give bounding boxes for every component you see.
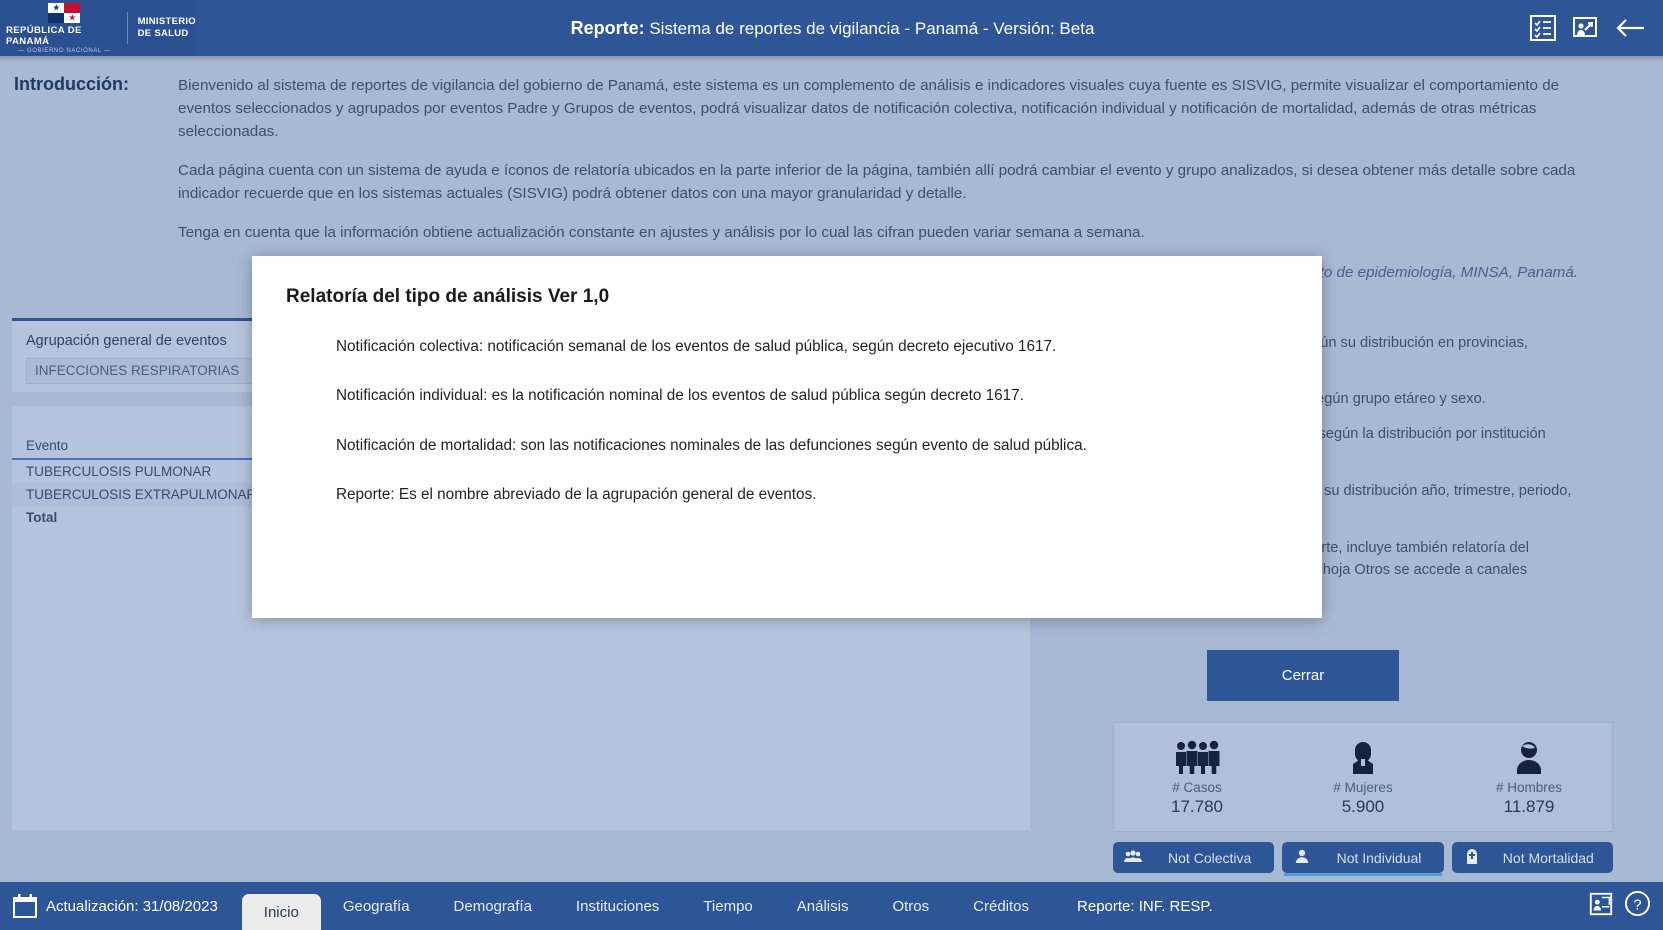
intro-paragraph-1: Bienvenido al sistema de reportes de vig… xyxy=(178,77,1560,141)
not-individual-button[interactable]: Not Individual xyxy=(1282,842,1444,876)
help-question-icon[interactable]: ? xyxy=(1624,890,1651,922)
top-bar: REPÚBLICA DE PANAMÁ — GOBIERNO NACIONAL … xyxy=(0,0,1663,56)
event-group-select[interactable]: INFECCIONES RESPIRATORIAS xyxy=(26,358,272,384)
event-group-label: Agrupación general de eventos xyxy=(26,333,227,349)
relatoria-modal: Relatoría del tipo de análisis Ver 1,0 N… xyxy=(252,256,1322,618)
back-arrow-icon[interactable] xyxy=(1613,14,1647,42)
nav-tab-anlisis[interactable]: Análisis xyxy=(775,882,871,930)
stat-hombres: # Hombres 11.879 xyxy=(1446,723,1612,831)
modal-close-button[interactable]: Cerrar xyxy=(1207,650,1399,701)
update-date: Actualización: 31/08/2023 xyxy=(46,897,218,915)
stat-casos-value: 17.780 xyxy=(1171,796,1223,816)
nav-tab-otros[interactable]: Otros xyxy=(870,882,951,930)
top-bar-icons xyxy=(1529,14,1663,42)
not-individual-label: Not Individual xyxy=(1336,849,1422,866)
not-colectiva-button[interactable]: Not Colectiva xyxy=(1113,842,1275,873)
person-icon xyxy=(1282,849,1322,866)
stat-mujeres-label: # Mujeres xyxy=(1333,779,1393,795)
nav-tab-tiempo[interactable]: Tiempo xyxy=(681,882,774,930)
page-title-rest: Sistema de reportes de vigilancia - Pana… xyxy=(644,18,1095,38)
logo-ministry: MINISTERIO DE SALUD xyxy=(137,16,196,39)
panama-flag-icon xyxy=(48,2,81,23)
modal-paragraph-3: Reporte: Es el nombre abreviado de la ag… xyxy=(336,486,817,504)
intro-paragraph-3: Tenga en cuenta que la información obtie… xyxy=(178,224,1145,242)
modal-title: Relatoría del tipo de análisis Ver 1,0 xyxy=(286,286,610,307)
woman-icon xyxy=(1346,738,1380,774)
app-root: REPÚBLICA DE PANAMÁ — GOBIERNO NACIONAL … xyxy=(0,0,1663,930)
tombstone-icon xyxy=(1452,848,1492,867)
nav-tab-inicio[interactable]: Inicio xyxy=(241,894,321,930)
stats-card: # Casos 17.780 # Mujeres 5.900 # Hombres… xyxy=(1113,722,1613,832)
logo-country-line2: — GOBIERNO NACIONAL — xyxy=(18,47,111,54)
modal-paragraph-2: Notificación de mortalidad: son las noti… xyxy=(336,436,1087,454)
nav-tab-instituciones[interactable]: Instituciones xyxy=(554,882,681,930)
man-icon xyxy=(1512,738,1546,774)
not-mortalidad-button[interactable]: Not Mortalidad xyxy=(1451,842,1613,873)
stat-hombres-label: # Hombres xyxy=(1495,779,1563,795)
svg-text:?: ? xyxy=(1633,897,1641,913)
notification-buttons: Not Colectiva Not Individual Not Mortali… xyxy=(1113,842,1613,876)
modal-paragraph-1: Notificación individual: es la notificac… xyxy=(336,387,1024,405)
not-mortalidad-label: Not Mortalidad xyxy=(1502,849,1594,866)
page-title: Reporte: Sistema de reportes de vigilanc… xyxy=(136,18,1529,39)
bottom-nav: Actualización: 31/08/2023 Inicio Geografí… xyxy=(0,882,1663,930)
people-group-icon xyxy=(1113,849,1153,866)
nav-tab-geografa[interactable]: Geografía xyxy=(321,882,432,930)
event-group-card: Agrupación general de eventos INFECCIONE… xyxy=(12,318,282,392)
presentation-person-icon[interactable] xyxy=(1588,891,1614,922)
presentation-person-icon[interactable] xyxy=(1571,14,1599,42)
nav-tab-demografa[interactable]: Demografía xyxy=(432,882,554,930)
intro-label: Introducción: xyxy=(14,74,129,94)
stat-casos-label: # Casos xyxy=(1172,779,1222,795)
nav-tab-crditos[interactable]: Créditos xyxy=(951,882,1051,930)
stat-mujeres-value: 5.900 xyxy=(1341,796,1385,816)
not-colectiva-label: Not Colectiva xyxy=(1168,849,1252,866)
current-report: Reporte: INF. RESP. xyxy=(1077,897,1213,915)
intro-paragraph-2: Cada página cuenta con un sistema de ayu… xyxy=(178,162,1576,203)
page-title-prefix: Reporte: xyxy=(570,17,645,38)
checklist-icon[interactable] xyxy=(1529,14,1557,42)
panama-logo: REPÚBLICA DE PANAMÁ — GOBIERNO NACIONAL … xyxy=(6,2,123,54)
logo-divider xyxy=(126,12,128,44)
group-people-icon xyxy=(1173,738,1221,774)
modal-paragraph-0: Notificación colectiva: notificación sem… xyxy=(336,338,1057,355)
logo-country-line1: REPÚBLICA DE PANAMÁ xyxy=(6,24,82,47)
bottom-nav-icons: ? xyxy=(1588,890,1663,922)
calendar-icon xyxy=(12,893,38,919)
top-bar-shadow xyxy=(0,56,1663,61)
stat-mujeres: # Mujeres 5.900 xyxy=(1280,723,1446,831)
stat-casos: # Casos 17.780 xyxy=(1114,723,1280,831)
gov-logo: REPÚBLICA DE PANAMÁ — GOBIERNO NACIONAL … xyxy=(0,0,196,56)
stat-hombres-value: 11.879 xyxy=(1503,796,1555,816)
